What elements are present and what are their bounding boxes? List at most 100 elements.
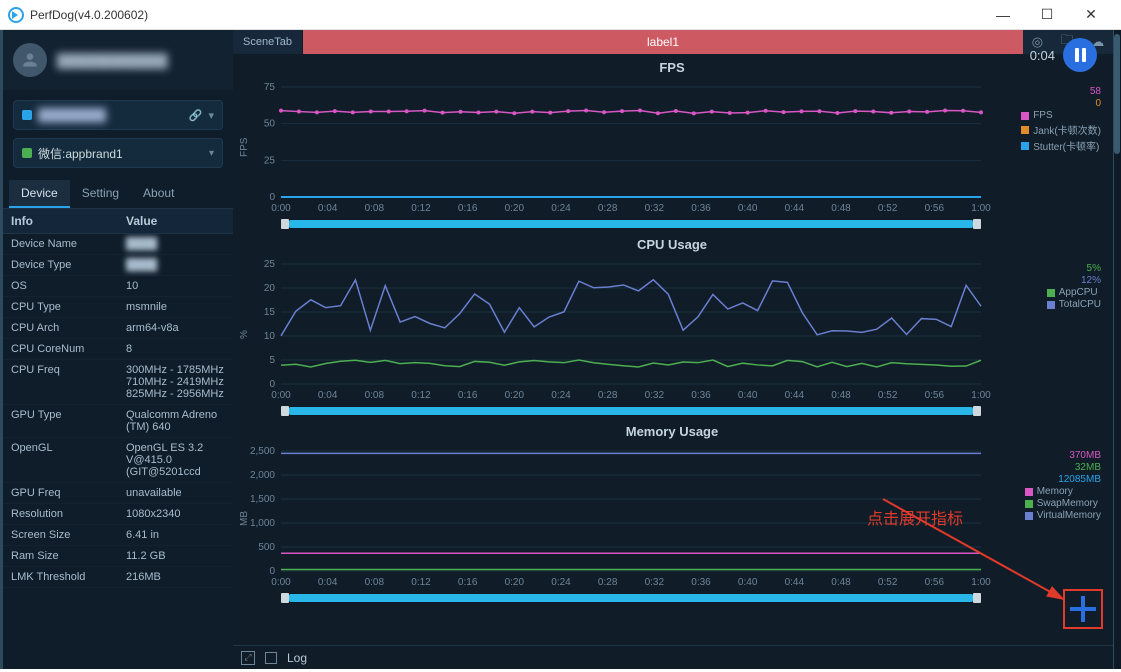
user-name: ████████████ [57, 53, 168, 68]
legend-item[interactable]: Stutter(卡顿率) [1021, 138, 1101, 153]
device-name-text: ████████ [38, 108, 106, 122]
legend-value: 32MB [1025, 462, 1101, 473]
svg-text:0:40: 0:40 [738, 203, 758, 214]
right-scrollbar-track[interactable] [1113, 30, 1121, 669]
table-row: GPU TypeQualcomm Adreno (TM) 640 [3, 405, 233, 438]
svg-text:0:04: 0:04 [318, 203, 338, 214]
info-value: ████ [118, 255, 233, 275]
user-block[interactable]: ████████████ [3, 30, 233, 90]
info-key: OpenGL [3, 438, 118, 482]
sidebar-tabs: Device Setting About [3, 180, 233, 209]
cpu-timeline[interactable] [281, 406, 981, 416]
info-key: Screen Size [3, 525, 118, 545]
close-button[interactable]: ✕ [1069, 0, 1113, 30]
minimize-button[interactable]: — [981, 0, 1025, 30]
svg-text:20: 20 [264, 283, 276, 294]
svg-text:%: % [239, 330, 250, 339]
app-select[interactable]: 微信:appbrand1 [13, 138, 223, 168]
mem-title: Memory Usage [237, 422, 1107, 441]
svg-text:0:40: 0:40 [738, 577, 758, 588]
info-value: arm64-v8a [118, 318, 233, 338]
link-icon[interactable]: 🔗 [189, 109, 203, 122]
svg-text:0:28: 0:28 [598, 577, 618, 588]
scene-tab[interactable]: SceneTab [233, 30, 303, 54]
svg-text:0:04: 0:04 [318, 577, 338, 588]
elapsed-timer: 0:04 [1030, 48, 1055, 63]
svg-text:0:36: 0:36 [691, 390, 711, 401]
expand-panel-button[interactable]: ⤢ [241, 651, 255, 665]
svg-text:0:12: 0:12 [411, 203, 431, 214]
svg-text:0:08: 0:08 [365, 203, 385, 214]
info-value: msmnile [118, 297, 233, 317]
info-value: 10 [118, 276, 233, 296]
tab-device[interactable]: Device [9, 180, 70, 208]
svg-text:1,500: 1,500 [250, 494, 275, 505]
info-key: GPU Type [3, 405, 118, 437]
info-value: unavailable [118, 483, 233, 503]
svg-text:0:32: 0:32 [645, 577, 665, 588]
info-table-body: Device Name████Device Type████OS10CPU Ty… [3, 234, 233, 669]
title-bar: PerfDog(v4.0.200602) — ☐ ✕ [0, 0, 1121, 30]
timeline-handle-left[interactable] [281, 406, 289, 416]
svg-text:75: 75 [264, 82, 276, 93]
device-select[interactable]: ████████ 🔗 ▾ [13, 100, 223, 130]
fps-legend: 580FPSJank(卡顿次数)Stutter(卡顿率) [1021, 86, 1101, 153]
svg-text:0:12: 0:12 [411, 577, 431, 588]
fps-plot[interactable]: FPS 7550250 0:000:040:080:120:160:200:24… [237, 77, 997, 217]
log-checkbox[interactable] [265, 652, 277, 664]
svg-text:0:32: 0:32 [645, 390, 665, 401]
table-row: Device Name████ [3, 234, 233, 255]
window-title: PerfDog(v4.0.200602) [30, 8, 148, 22]
table-row: OpenGLOpenGL ES 3.2 V@415.0 (GIT@5201ccd [3, 438, 233, 483]
svg-text:5: 5 [269, 355, 275, 366]
timer-controls: 0:04 [1030, 38, 1097, 72]
maximize-button[interactable]: ☐ [1025, 0, 1069, 30]
svg-text:0:20: 0:20 [505, 577, 525, 588]
svg-text:0:08: 0:08 [365, 577, 385, 588]
window-buttons: — ☐ ✕ [981, 0, 1113, 30]
tab-setting[interactable]: Setting [70, 180, 131, 208]
legend-item[interactable]: FPS [1021, 110, 1101, 121]
table-row: Ram Size11.2 GB [3, 546, 233, 567]
right-scrollbar-thumb[interactable] [1114, 34, 1120, 154]
info-value: ████ [118, 234, 233, 254]
tab-about[interactable]: About [131, 180, 186, 208]
cpu-plot[interactable]: % 2520151050 0:000:040:080:120:160:200:2… [237, 254, 997, 404]
svg-text:0:52: 0:52 [878, 390, 898, 401]
legend-item[interactable]: Jank(卡顿次数) [1021, 122, 1101, 137]
timeline-handle-right[interactable] [973, 219, 981, 229]
info-key: LMK Threshold [3, 567, 118, 587]
svg-text:FPS: FPS [239, 137, 250, 157]
pause-button[interactable] [1063, 38, 1097, 72]
plus-icon [1070, 596, 1096, 622]
expand-metrics-button[interactable] [1063, 589, 1103, 629]
legend-item[interactable]: TotalCPU [1047, 299, 1101, 310]
svg-text:2,000: 2,000 [250, 470, 275, 481]
svg-text:0:00: 0:00 [271, 203, 291, 214]
scene-label[interactable]: label1 [303, 30, 1023, 54]
svg-text:10: 10 [264, 331, 276, 342]
svg-text:0: 0 [269, 192, 275, 203]
svg-text:0:04: 0:04 [318, 390, 338, 401]
info-key: CPU CoreNum [3, 339, 118, 359]
app-logo-icon [8, 7, 24, 23]
timeline-handle-left[interactable] [281, 593, 289, 603]
legend-value: 0 [1021, 98, 1101, 109]
svg-text:0:16: 0:16 [458, 390, 478, 401]
svg-text:1:00: 1:00 [971, 203, 991, 214]
svg-text:0:08: 0:08 [365, 390, 385, 401]
table-row: Resolution1080x2340 [3, 504, 233, 525]
svg-text:0:20: 0:20 [505, 390, 525, 401]
fps-timeline[interactable] [281, 219, 981, 229]
legend-item[interactable]: AppCPU [1047, 287, 1101, 298]
app-select-label: 微信:appbrand1 [38, 145, 123, 162]
info-key: CPU Arch [3, 318, 118, 338]
timeline-handle-left[interactable] [281, 219, 289, 229]
info-key: Device Name [3, 234, 118, 254]
timeline-handle-right[interactable] [973, 406, 981, 416]
svg-text:0:20: 0:20 [505, 203, 525, 214]
table-row: GPU Frequnavailable [3, 483, 233, 504]
info-value: Qualcomm Adreno (TM) 640 [118, 405, 233, 437]
device-dropdown-icon[interactable]: ▾ [208, 109, 214, 122]
info-value: 8 [118, 339, 233, 359]
